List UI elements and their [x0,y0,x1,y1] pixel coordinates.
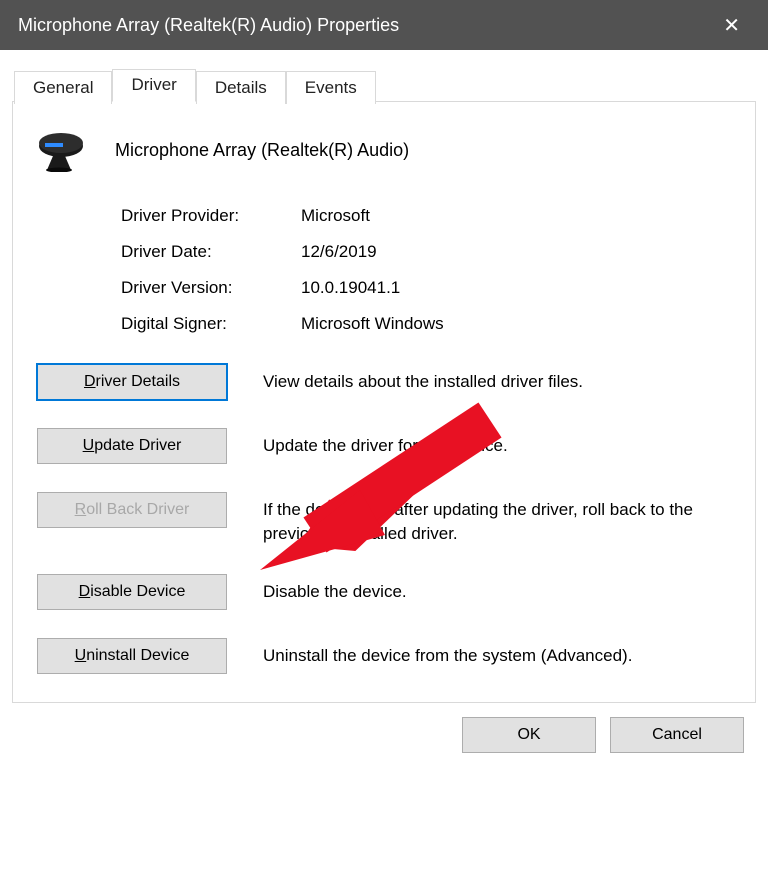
tab-driver[interactable]: Driver [112,69,195,102]
ok-button[interactable]: OK [462,717,596,753]
uninstall-device-button[interactable]: Uninstall Device [37,638,227,674]
roll-back-driver-button: Roll Back Driver [37,492,227,528]
close-icon[interactable]: ✕ [713,9,750,42]
tab-general[interactable]: General [14,71,112,104]
version-value: 10.0.19041.1 [301,278,400,298]
cancel-button[interactable]: Cancel [610,717,744,753]
roll-back-desc: If the device fails after updating the d… [263,492,731,546]
window-title: Microphone Array (Realtek(R) Audio) Prop… [18,15,713,36]
titlebar: Microphone Array (Realtek(R) Audio) Prop… [0,0,768,50]
signer-value: Microsoft Windows [301,314,444,334]
device-name: Microphone Array (Realtek(R) Audio) [115,140,409,161]
update-driver-button[interactable]: Update Driver [37,428,227,464]
tab-details[interactable]: Details [196,71,286,104]
driver-panel: Microphone Array (Realtek(R) Audio) Driv… [12,101,756,703]
driver-details-button[interactable]: Driver Details [37,364,227,400]
disable-device-button[interactable]: Disable Device [37,574,227,610]
tab-strip: General Driver Details Events [14,68,756,101]
version-label: Driver Version: [121,278,301,298]
driver-info: Driver Provider: Microsoft Driver Date: … [121,206,731,334]
uninstall-device-desc: Uninstall the device from the system (Ad… [263,638,632,668]
provider-value: Microsoft [301,206,370,226]
disable-device-desc: Disable the device. [263,574,407,604]
provider-label: Driver Provider: [121,206,301,226]
webcam-device-icon [37,128,91,172]
tab-events[interactable]: Events [286,71,376,104]
date-label: Driver Date: [121,242,301,262]
signer-label: Digital Signer: [121,314,301,334]
driver-details-desc: View details about the installed driver … [263,364,583,394]
date-value: 12/6/2019 [301,242,377,262]
update-driver-desc: Update the driver for this device. [263,428,508,458]
